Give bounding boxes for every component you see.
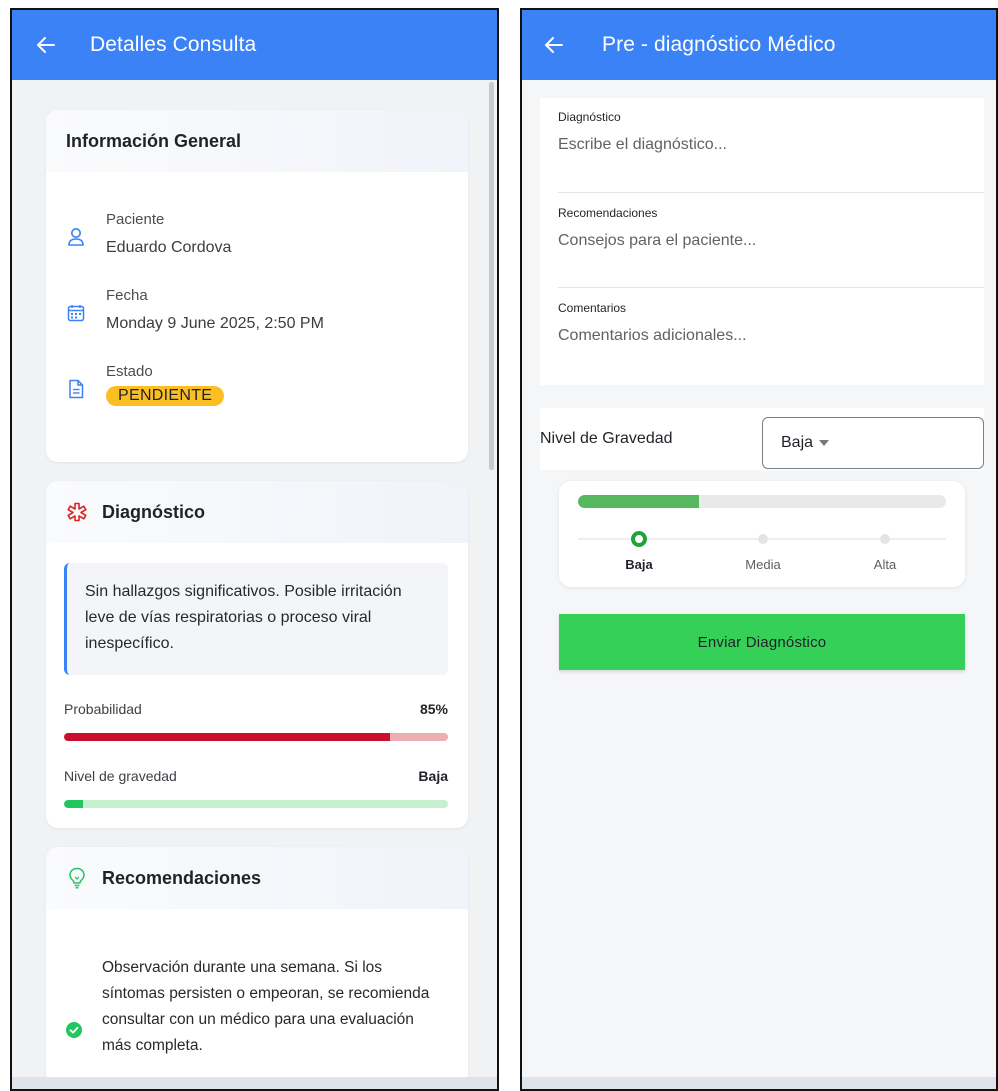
divider: [558, 192, 984, 193]
card-title: Información General: [66, 130, 242, 151]
patient-row: Paciente Eduardo Cordova: [66, 210, 231, 260]
recommendations-field: Recomendaciones: [558, 206, 984, 250]
lightbulb-icon: [66, 867, 88, 889]
pre-diagnosis-screen: Pre - diagnóstico Médico Diagnóstico Rec…: [520, 8, 998, 1091]
severity-select-label: Nivel de Gravedad: [540, 430, 673, 447]
severity-step-media[interactable]: [758, 534, 768, 544]
probability-value: 85%: [419, 701, 448, 717]
severity-step-alta[interactable]: [880, 534, 890, 544]
diagnosis-card: Diagnóstico Sin hallazgos significativos…: [46, 481, 468, 828]
status-badge: PENDIENTE: [106, 386, 225, 406]
date-row: Fecha Monday 9 June 2025, 2:50 PM: [66, 286, 324, 336]
severity-progress-fill: [578, 495, 700, 508]
scrollbar[interactable]: [489, 82, 494, 470]
severity-indicator-card: Baja Media Alta: [559, 481, 965, 587]
status-label: Estado: [106, 363, 153, 380]
app-bar: Pre - diagnóstico Médico: [522, 10, 996, 80]
document-icon: [66, 378, 86, 400]
diagnosis-text: Sin hallazgos significativos. Posible ir…: [64, 563, 448, 675]
page-title: Pre - diagnóstico Médico: [602, 33, 836, 56]
diagnosis-input[interactable]: [558, 136, 958, 154]
card-header: Recomendaciones: [46, 847, 468, 909]
user-icon: [66, 226, 86, 248]
probability-row: Probabilidad 85%: [64, 701, 448, 717]
app-bar: Detalles Consulta: [12, 10, 497, 80]
date-label: Fecha: [106, 287, 148, 304]
severity-bar: [64, 800, 448, 808]
back-arrow-icon[interactable]: [36, 35, 56, 55]
patient-label: Paciente: [106, 211, 165, 228]
severity-dropdown[interactable]: Baja: [762, 417, 984, 469]
card-header: Información General: [46, 110, 468, 172]
severity-bar-fill: [64, 800, 84, 808]
recommendations-input[interactable]: [558, 232, 958, 250]
severity-step-baja[interactable]: [631, 531, 647, 547]
caret-down-icon: [819, 440, 830, 446]
comments-field: Comentarios: [558, 301, 984, 345]
status-row: Estado PENDIENTE: [66, 362, 225, 406]
calendar-icon: [66, 302, 86, 324]
comments-input[interactable]: [558, 327, 958, 345]
severity-step-label-alta: Alta: [873, 557, 897, 572]
submit-diagnosis-button[interactable]: Enviar Diagnóstico: [559, 614, 965, 670]
diagnosis-form: Diagnóstico Recomendaciones Comentarios: [540, 98, 984, 385]
screenshot-stage: Detalles Consulta Información General Pa…: [0, 0, 998, 1091]
probability-bar-fill: [64, 733, 391, 741]
card-title: Diagnóstico: [102, 501, 206, 522]
page-title: Detalles Consulta: [90, 33, 257, 56]
severity-step-label-baja: Baja: [625, 557, 653, 572]
card-header: Diagnóstico: [46, 481, 468, 543]
diagnosis-field: Diagnóstico: [558, 110, 984, 154]
severity-progress-bar: [578, 495, 946, 508]
comments-field-label: Comentarios: [558, 301, 627, 315]
divider: [558, 287, 984, 288]
probability-bar: [64, 733, 448, 741]
severity-step-label-media: Media: [745, 557, 781, 572]
consultation-details-screen: Detalles Consulta Información General Pa…: [10, 8, 499, 1091]
probability-label: Probabilidad: [64, 701, 142, 717]
diagnosis-field-label: Diagnóstico: [558, 110, 621, 124]
severity-label: Nivel de gravedad: [64, 768, 177, 784]
severity-value: Baja: [418, 768, 448, 784]
card-title: Recomendaciones: [102, 867, 262, 888]
patient-name: Eduardo Cordova: [106, 239, 232, 256]
bottom-nav-strip: [522, 1077, 996, 1089]
bottom-nav-strip: [12, 1077, 497, 1089]
check-circle-icon: [66, 1022, 82, 1038]
severity-row: Nivel de gravedad Baja: [64, 768, 448, 784]
back-arrow-icon[interactable]: [544, 35, 564, 55]
recommendation-text: Observación durante una semana. Si los s…: [102, 959, 430, 1054]
recommendations-card: Recomendaciones Observación durante una …: [46, 847, 468, 1087]
consultation-date: Monday 9 June 2025, 2:50 PM: [106, 315, 324, 332]
general-info-card: Información General Paciente Eduardo Cor…: [46, 110, 468, 462]
severity-select-row: Nivel de Gravedad Baja: [540, 408, 984, 470]
severity-selected-value: Baja: [781, 434, 814, 451]
recommendations-field-label: Recomendaciones: [558, 206, 658, 220]
medical-asterisk-icon: [66, 501, 88, 523]
